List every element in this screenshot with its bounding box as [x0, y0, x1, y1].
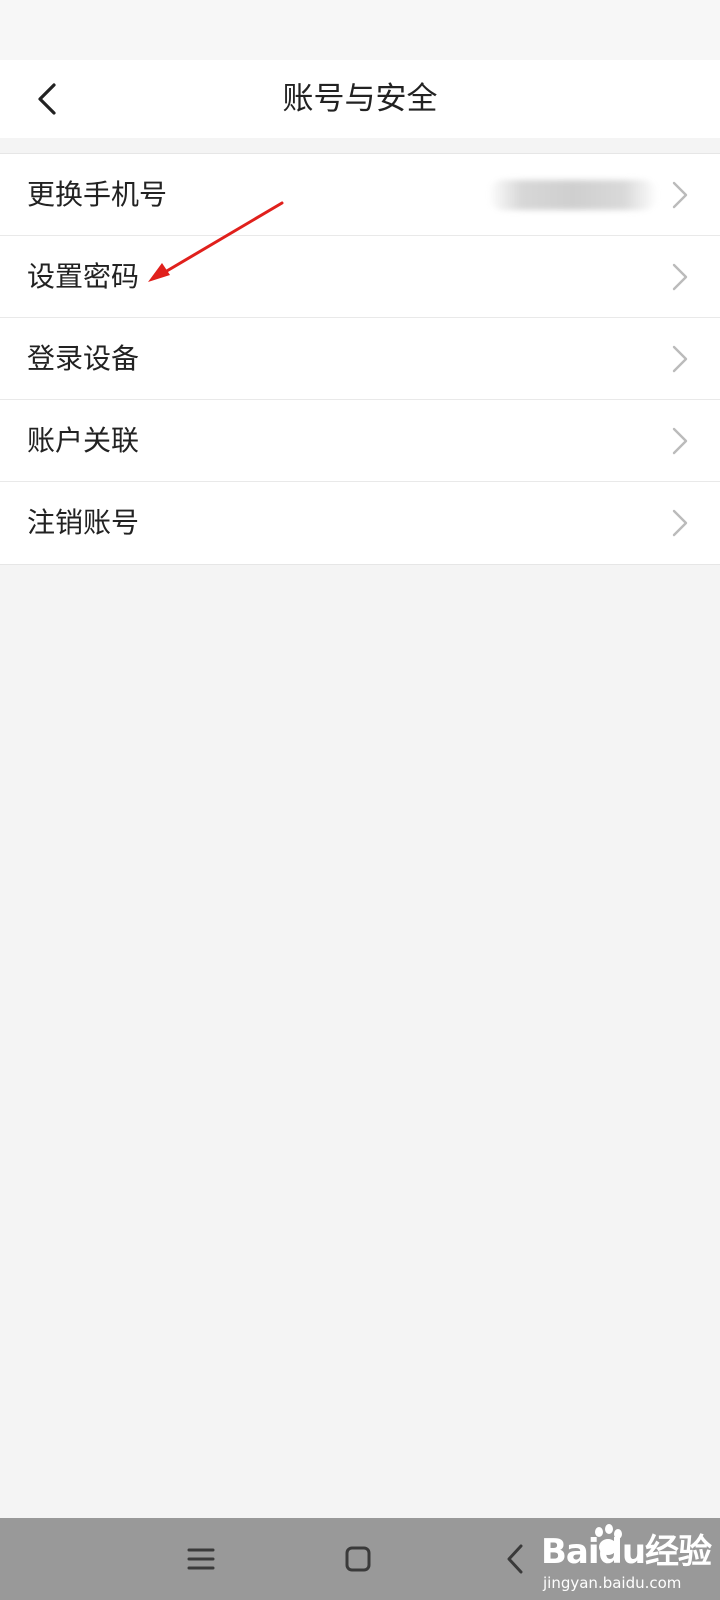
home-button[interactable] [333, 1534, 383, 1584]
nav-back-button[interactable] [490, 1534, 540, 1584]
list-item-change-phone[interactable]: 更换手机号 [0, 154, 720, 236]
chevron-right-icon [672, 181, 688, 209]
header: 账号与安全 [0, 60, 720, 138]
status-bar [0, 0, 720, 60]
back-button[interactable] [22, 74, 72, 124]
paw-icon [595, 1524, 622, 1555]
chevron-right-icon [672, 263, 688, 291]
list-item-account-link[interactable]: 账户关联 [0, 400, 720, 482]
list-item-label: 设置密码 [27, 260, 140, 293]
system-nav-bar: Baidu经验 jingyan.baidu.com [0, 1518, 720, 1600]
chevron-left-icon [507, 1544, 523, 1574]
blurred-phone-number [488, 180, 658, 210]
chevron-right-icon [672, 427, 688, 455]
list-item-label: 更换手机号 [27, 178, 168, 211]
list-item-label: 登录设备 [27, 342, 140, 375]
menu-button[interactable] [176, 1534, 226, 1584]
chevron-right-icon [672, 509, 688, 537]
page-title: 账号与安全 [282, 81, 438, 117]
chevron-left-icon [38, 83, 56, 115]
list-item-set-password[interactable]: 设置密码 [0, 236, 720, 318]
watermark-logo-text: Baidu经验 [541, 1532, 712, 1572]
baidu-watermark: Baidu经验 jingyan.baidu.com [537, 1520, 712, 1598]
list-item-delete-account[interactable]: 注销账号 [0, 482, 720, 564]
home-square-icon [345, 1546, 371, 1572]
list-item-label: 账户关联 [27, 424, 140, 457]
chevron-right-icon [672, 345, 688, 373]
menu-icon [187, 1548, 215, 1570]
list-item-label: 注销账号 [27, 506, 140, 539]
settings-list: 更换手机号 设置密码 登录设备 账户关联 注销账号 [0, 153, 720, 565]
list-item-login-devices[interactable]: 登录设备 [0, 318, 720, 400]
watermark-url: jingyan.baidu.com [543, 1574, 682, 1592]
